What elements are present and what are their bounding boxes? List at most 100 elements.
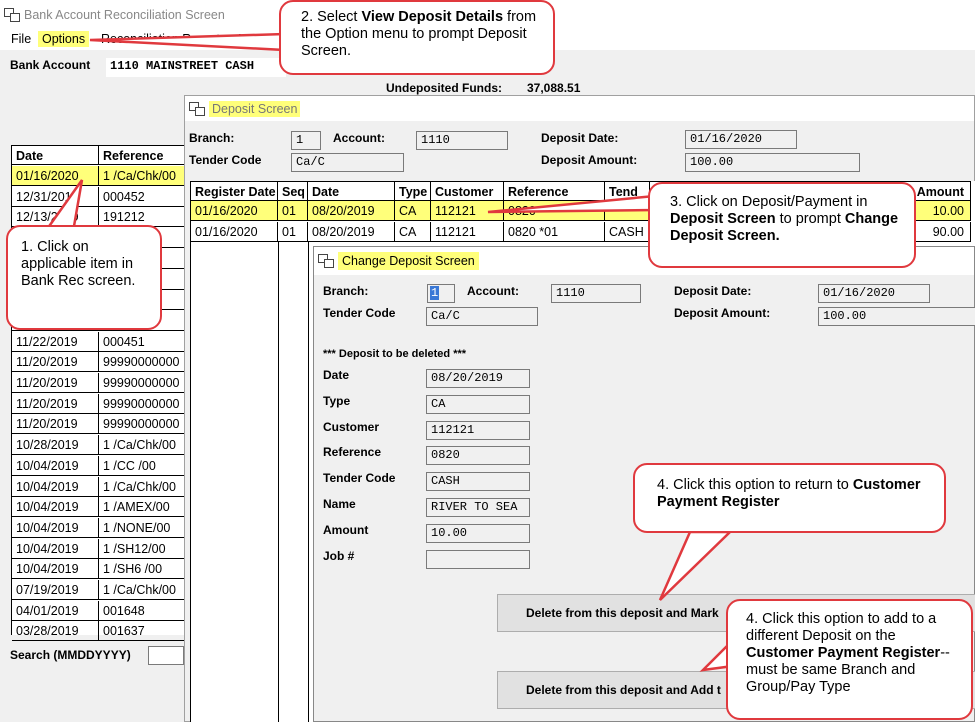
list-cell-date[interactable]: 01/16/2020 — [12, 166, 99, 186]
deposit-titlebar: Deposit Screen — [185, 96, 974, 121]
deposit-to-be-deleted-label: *** Deposit to be deleted *** — [323, 348, 467, 360]
change-field-value[interactable]: 0820 — [426, 446, 530, 466]
list-cell-reference[interactable]: 99990000000 — [99, 352, 186, 373]
list-cell-date[interactable]: 11/20/2019 — [12, 373, 99, 393]
change-field-value[interactable]: 10.00 — [426, 523, 530, 543]
list-cell-reference[interactable]: 1 /SH12/00 — [99, 538, 186, 559]
deposit-grid-header[interactable]: Reference — [504, 181, 605, 201]
menu-mast[interactable]: M A S T — [238, 32, 282, 46]
deposit-grid-cell[interactable]: 0820 — [504, 201, 605, 221]
deposit-grid-cell[interactable]: CASH — [605, 221, 650, 242]
change-field-value[interactable]: 112121 — [426, 420, 530, 440]
menu-reconciliation-reports[interactable]: Reconciliation Reports — [101, 32, 226, 46]
bank-account-label: Bank Account — [10, 58, 91, 72]
search-input[interactable] — [148, 646, 184, 665]
change-field-value[interactable]: 08/20/2019 — [426, 369, 530, 388]
list-cell-reference[interactable]: 1 /CC /00 — [99, 455, 186, 476]
deposit-branch-field[interactable]: 1 — [291, 131, 321, 150]
change-deposit-amount-label: Deposit Amount: — [674, 306, 771, 320]
list-cell-date[interactable]: 07/19/2019 — [12, 580, 99, 600]
grid-column-divider — [278, 241, 279, 722]
list-header-reference[interactable]: Reference — [99, 145, 186, 165]
change-tender-field[interactable]: Ca/C — [426, 307, 538, 326]
callout-step-2-bold: View Deposit Details — [361, 9, 504, 25]
callout-step-1-text: 1. Click on applicable item in Bank Rec … — [21, 239, 136, 289]
deposit-grid-header[interactable]: Register Date — [191, 181, 278, 201]
deposit-grid-header[interactable]: Date — [308, 181, 395, 201]
change-field-value[interactable]: CASH — [426, 472, 530, 492]
deposit-amount-label: Deposit Amount: — [541, 153, 638, 167]
menu-options[interactable]: Options — [38, 31, 90, 47]
deposit-tender-field[interactable]: Ca/C — [291, 153, 404, 172]
list-cell-reference[interactable]: 001648 — [99, 600, 186, 621]
list-cell-reference[interactable]: 1 /Ca/Chk/00 — [99, 580, 186, 600]
list-cell-date[interactable]: 10/04/2019 — [12, 517, 99, 538]
deposit-date-field[interactable]: 01/16/2020 — [685, 130, 797, 149]
list-cell-reference[interactable]: 1 /SH6 /00 — [99, 559, 186, 580]
list-cell-reference[interactable]: 1 /Ca/Chk/00 — [99, 476, 186, 497]
menu-file[interactable]: File — [11, 32, 31, 46]
deposit-branch-label: Branch: — [189, 131, 235, 145]
deposit-grid-header[interactable]: Tend — [605, 181, 650, 201]
list-cell-date[interactable]: 11/20/2019 — [12, 414, 99, 435]
deposit-grid-cell[interactable]: 112121 — [431, 201, 504, 221]
deposit-grid-cell[interactable]: 01 — [278, 201, 308, 221]
change-deposit-amount-field[interactable]: 100.00 — [818, 307, 975, 326]
list-cell-date[interactable]: 10/04/2019 — [12, 559, 99, 580]
change-branch-field[interactable]: 1 — [427, 284, 455, 303]
deposit-grid-header[interactable]: Type — [395, 181, 431, 201]
list-cell-reference[interactable]: 001637 — [99, 621, 186, 642]
window-app-icon — [4, 8, 20, 22]
grid-column-divider — [308, 241, 309, 722]
list-cell-date[interactable]: 12/31/2019 — [12, 186, 99, 207]
deposit-grid-cell[interactable]: 08/20/2019 — [308, 201, 395, 221]
bank-account-field[interactable]: 1110 MAINSTREET CASH — [106, 58, 286, 77]
deposit-grid-cell[interactable]: 0820 *01 — [504, 221, 605, 242]
change-deposit-date-field[interactable]: 01/16/2020 — [818, 284, 930, 303]
list-cell-date[interactable]: 10/04/2019 — [12, 538, 99, 559]
change-branch-value: 1 — [430, 286, 440, 300]
change-field-value[interactable]: RIVER TO SEA — [426, 498, 530, 517]
deposit-grid-cell[interactable]: 01/16/2020 — [191, 221, 278, 242]
deposit-grid-header[interactable]: Seq — [278, 181, 308, 201]
change-field-value[interactable] — [426, 549, 530, 569]
deposit-grid-cell[interactable]: CA — [395, 201, 431, 221]
callout-step-4b-bold: Customer Payment Register — [746, 645, 941, 661]
list-cell-reference[interactable]: 000451 — [99, 331, 186, 352]
deposit-grid-cell[interactable]: 112121 — [431, 221, 504, 242]
list-cell-date[interactable]: 11/22/2019 — [12, 331, 99, 352]
deposit-amount-field[interactable]: 100.00 — [685, 153, 860, 172]
list-cell-reference[interactable]: 000452 — [99, 186, 186, 207]
change-branch-label: Branch: — [323, 284, 369, 298]
deposit-grid-cell[interactable]: 01 — [278, 221, 308, 242]
list-cell-reference[interactable]: 1 /AMEX/00 — [99, 497, 186, 518]
list-cell-date[interactable]: 10/04/2019 — [12, 497, 99, 518]
list-cell-date[interactable]: 04/01/2019 — [12, 600, 99, 621]
list-cell-date[interactable]: 10/04/2019 — [12, 476, 99, 497]
list-cell-date[interactable]: 10/28/2019 — [12, 435, 99, 456]
deposit-account-field[interactable]: 1110 — [416, 131, 508, 150]
change-deposit-title: Change Deposit Screen — [338, 252, 479, 270]
change-account-field[interactable]: 1110 — [551, 284, 641, 303]
deposit-grid-cell[interactable]: CA — [395, 221, 431, 242]
list-cell-reference[interactable]: 99990000000 — [99, 393, 186, 414]
change-field-value[interactable]: CA — [426, 394, 530, 414]
callout-step-4b: 4. Click this option to add to a differe… — [726, 599, 973, 720]
change-account-label: Account: — [467, 284, 519, 298]
deposit-grid-cell[interactable]: 08/20/2019 — [308, 221, 395, 242]
list-cell-reference[interactable]: 99990000000 — [99, 414, 186, 435]
deposit-grid-cell[interactable] — [605, 201, 650, 221]
list-cell-reference[interactable]: 1 /Ca/Chk/00 — [99, 166, 186, 186]
deposit-grid-cell[interactable]: 01/16/2020 — [191, 201, 278, 221]
list-header-date[interactable]: Date — [12, 145, 99, 165]
list-cell-date[interactable]: 10/04/2019 — [12, 455, 99, 476]
list-cell-reference[interactable]: 99990000000 — [99, 373, 186, 393]
list-cell-date[interactable]: 03/28/2019 — [12, 621, 99, 642]
list-cell-reference[interactable]: 1 /NONE/00 — [99, 517, 186, 538]
list-cell-reference[interactable]: 1 /Ca/Chk/00 — [99, 435, 186, 456]
list-cell-date[interactable]: 11/20/2019 — [12, 352, 99, 373]
list-cell-date[interactable]: 11/20/2019 — [12, 393, 99, 414]
callout-step-2-pre: 2. Select — [301, 9, 362, 25]
deposit-grid-header[interactable]: Customer — [431, 181, 504, 201]
callout-step-3-mid: to prompt — [775, 211, 845, 227]
